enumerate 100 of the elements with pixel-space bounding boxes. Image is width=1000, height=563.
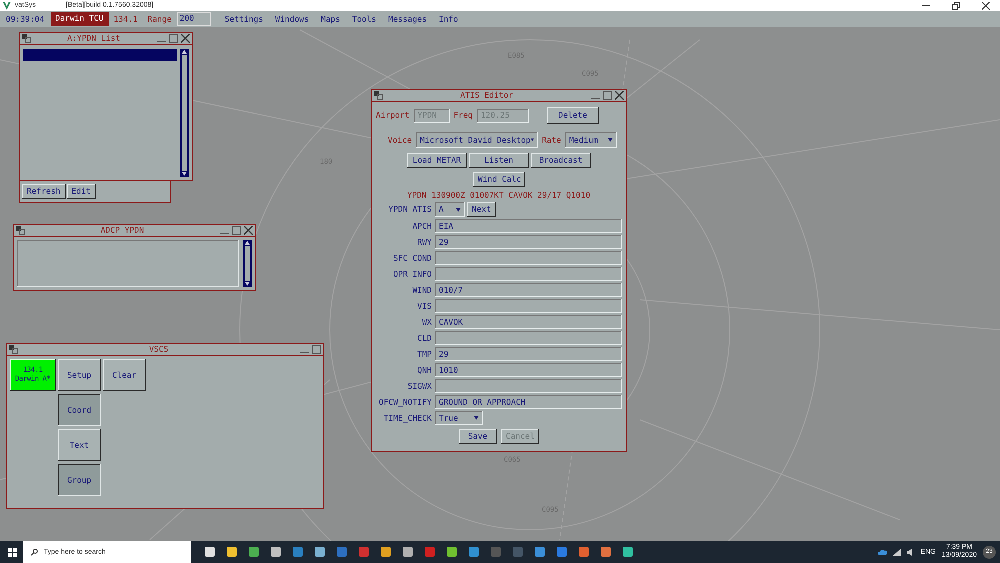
voice-label: Voice bbox=[388, 136, 412, 144]
volume-icon[interactable] bbox=[906, 548, 915, 556]
window-title: VSCS bbox=[148, 345, 170, 354]
atis-letter-dropdown[interactable]: A bbox=[435, 202, 465, 217]
app-icon[interactable] bbox=[359, 547, 369, 557]
restore-icon[interactable] bbox=[952, 2, 960, 10]
input-field[interactable]: 1010 bbox=[435, 363, 622, 377]
wifi-icon[interactable] bbox=[892, 548, 901, 556]
field-label: RWY bbox=[416, 238, 432, 246]
clock-text: 09:39:04 bbox=[5, 14, 46, 24]
input-field[interactable]: 29 bbox=[435, 347, 622, 361]
delete-button[interactable]: Delete bbox=[546, 107, 599, 124]
app-icon[interactable] bbox=[557, 547, 567, 557]
list-button[interactable]: Edit bbox=[66, 184, 96, 199]
windows-start-icon[interactable] bbox=[8, 548, 17, 556]
vscs-button[interactable]: Text bbox=[58, 429, 101, 461]
menu-item[interactable]: Messages bbox=[382, 14, 434, 24]
action-button[interactable]: Load METAR bbox=[407, 153, 467, 168]
app-icon[interactable] bbox=[623, 547, 633, 557]
caret-icon bbox=[608, 138, 614, 142]
app-icon[interactable] bbox=[381, 547, 391, 557]
menu-item[interactable]: Info bbox=[433, 14, 464, 24]
wind-calc-button[interactable]: Wind Calc bbox=[473, 172, 525, 187]
scroll-bar[interactable] bbox=[180, 49, 189, 177]
input-field[interactable]: GROUND OR APPROACH bbox=[435, 395, 622, 409]
field-label: VIS bbox=[416, 302, 432, 310]
rate-dropdown[interactable]: Medium bbox=[565, 132, 618, 148]
app-icon[interactable] bbox=[227, 547, 237, 557]
list-button[interactable]: Refresh bbox=[22, 184, 66, 199]
field-label: YPDN ATIS bbox=[388, 205, 432, 214]
freq-label: Freq bbox=[454, 111, 473, 120]
window-title: ATIS Editor bbox=[460, 91, 514, 100]
maximize-icon[interactable] bbox=[603, 91, 612, 100]
app-icon[interactable] bbox=[469, 547, 479, 557]
input-field[interactable]: EIA bbox=[435, 219, 622, 233]
menu-item[interactable]: Maps bbox=[315, 14, 346, 24]
app-icon[interactable] bbox=[249, 547, 259, 557]
window-menu-icon[interactable] bbox=[22, 34, 31, 43]
input-field[interactable] bbox=[435, 331, 622, 345]
app-icon[interactable] bbox=[447, 547, 457, 557]
close-icon[interactable] bbox=[181, 34, 190, 43]
app-icon[interactable] bbox=[293, 547, 303, 557]
scroll-bar[interactable] bbox=[243, 240, 252, 287]
field-label: QNH bbox=[416, 366, 432, 374]
caret-icon bbox=[474, 416, 479, 420]
window-title: A:YPDN List bbox=[66, 34, 122, 43]
input-field[interactable]: 010/7 bbox=[435, 283, 622, 297]
window-title: ADCP YPDN bbox=[100, 226, 146, 235]
airport-label: Airport bbox=[376, 111, 410, 120]
action-button[interactable]: Listen bbox=[469, 153, 529, 168]
input-field[interactable] bbox=[435, 251, 622, 265]
field-label: TIME_CHECK bbox=[382, 414, 432, 422]
field-label: CLD bbox=[416, 334, 432, 342]
voice-dropdown[interactable]: Microsoft David Desktop bbox=[416, 132, 538, 148]
field-label: SFC COND bbox=[392, 254, 432, 262]
input-field[interactable] bbox=[435, 379, 622, 393]
app-icon[interactable] bbox=[579, 547, 589, 557]
window-menu-icon[interactable] bbox=[9, 345, 18, 354]
form-button[interactable]: Save bbox=[459, 429, 497, 444]
field-label: WX bbox=[421, 318, 432, 326]
app-icon[interactable] bbox=[425, 547, 435, 557]
text-area[interactable] bbox=[17, 240, 239, 287]
close-icon[interactable] bbox=[244, 226, 253, 235]
maximize-icon[interactable] bbox=[312, 345, 321, 354]
window-menu-icon[interactable] bbox=[16, 226, 25, 235]
menu-item[interactable]: Windows bbox=[269, 14, 316, 24]
next-button[interactable]: Next bbox=[467, 202, 496, 217]
input-field[interactable] bbox=[435, 299, 622, 313]
input-field[interactable]: 29 bbox=[435, 235, 622, 249]
maximize-icon[interactable] bbox=[232, 226, 241, 235]
app-icon[interactable] bbox=[337, 547, 347, 557]
vscs-button[interactable]: Group bbox=[58, 464, 101, 496]
field-label: SIGWX bbox=[406, 382, 432, 390]
menu-item[interactable]: Tools bbox=[346, 14, 382, 24]
window-menu-icon[interactable] bbox=[374, 91, 383, 100]
vscs-button[interactable]: Clear bbox=[103, 359, 146, 391]
app-icon[interactable] bbox=[271, 547, 281, 557]
position-label[interactable]: Darwin TCU bbox=[50, 12, 109, 26]
range-label: Range bbox=[146, 14, 173, 24]
range-field[interactable]: 200 bbox=[176, 12, 211, 26]
app-icon[interactable] bbox=[403, 547, 413, 557]
input-field[interactable]: CAVOK bbox=[435, 315, 622, 329]
vscs-button[interactable]: Setup bbox=[58, 359, 101, 391]
caret-icon bbox=[456, 208, 461, 212]
app-icon[interactable] bbox=[205, 547, 215, 557]
action-button[interactable]: Broadcast bbox=[531, 153, 591, 168]
close-icon[interactable] bbox=[615, 91, 624, 100]
cloud-icon[interactable] bbox=[878, 549, 887, 555]
app-icon[interactable] bbox=[535, 547, 545, 557]
maximize-icon[interactable] bbox=[169, 34, 178, 43]
dropdown-field[interactable]: True bbox=[435, 411, 483, 425]
caret-icon bbox=[530, 138, 534, 142]
field-label: WIND bbox=[412, 286, 432, 294]
app-icon[interactable] bbox=[315, 547, 325, 557]
menu-item[interactable]: Settings bbox=[218, 14, 270, 24]
close-icon[interactable] bbox=[982, 2, 990, 10]
vscs-button[interactable]: Coord bbox=[58, 394, 101, 426]
app-icon[interactable] bbox=[601, 547, 611, 557]
input-field[interactable] bbox=[435, 267, 622, 281]
search-icon bbox=[31, 548, 38, 556]
